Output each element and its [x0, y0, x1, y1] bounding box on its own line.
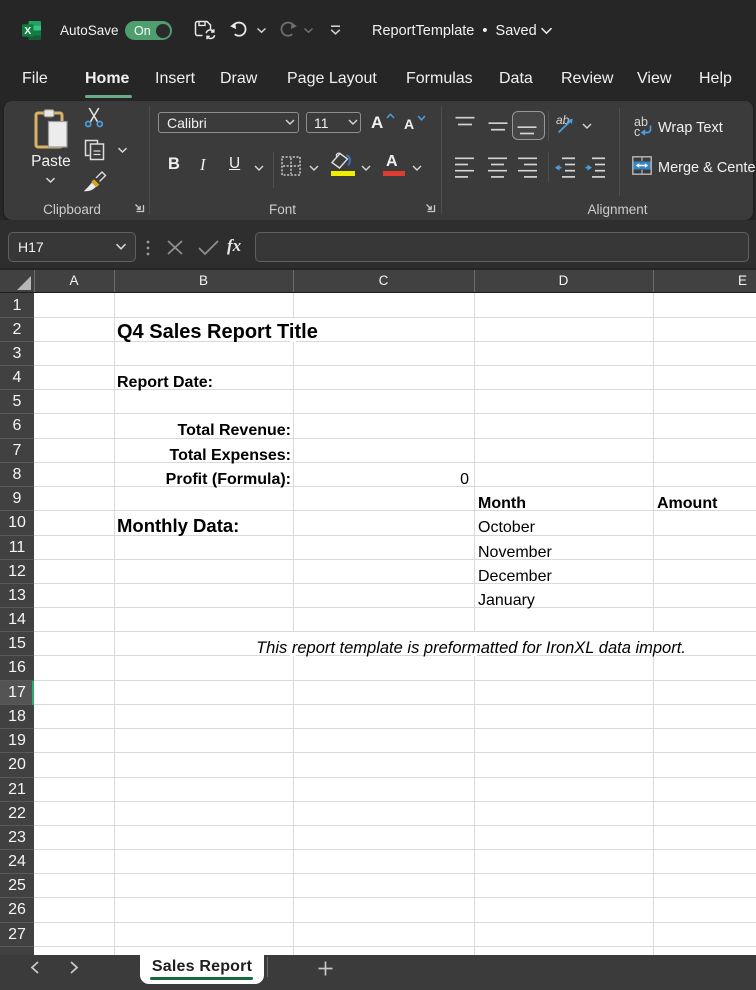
svg-text:c: c: [634, 125, 640, 137]
svg-text:X: X: [24, 25, 31, 37]
svg-text:ab: ab: [556, 114, 570, 127]
